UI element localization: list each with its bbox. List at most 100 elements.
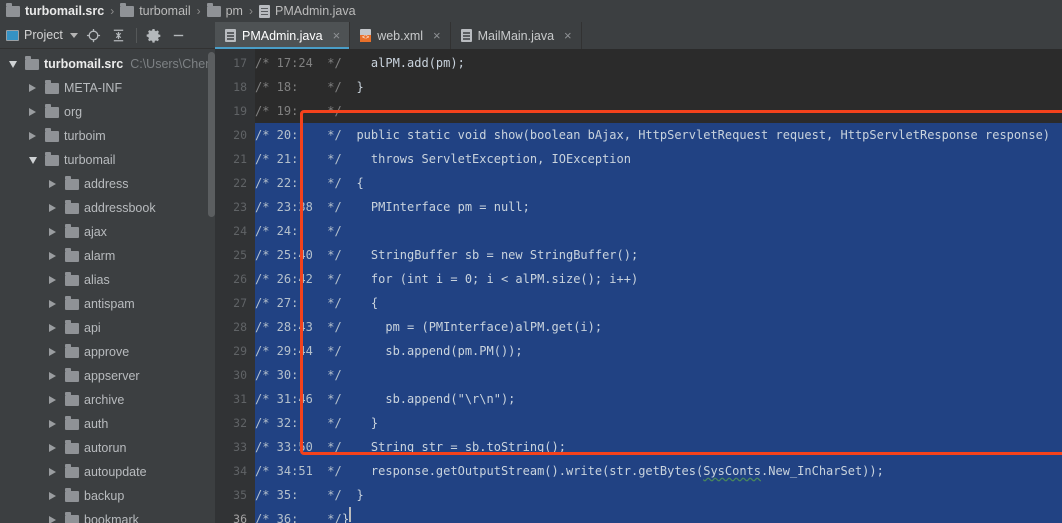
chevron-right-icon[interactable] xyxy=(46,346,59,359)
chevron-down-icon[interactable] xyxy=(26,154,39,167)
code-line[interactable]: /* 18: */ } xyxy=(255,75,1062,99)
code-line[interactable]: /* 20: */ public static void show(boolea… xyxy=(255,123,1062,147)
chevron-right-icon[interactable] xyxy=(46,298,59,311)
tree-node-org[interactable]: org xyxy=(0,100,215,124)
editor-tab-mailmain-java[interactable]: MailMain.java × xyxy=(451,22,582,49)
line-number: 17 xyxy=(233,56,247,70)
tree-node-label: archive xyxy=(84,393,125,407)
tree-node-autoupdate[interactable]: autoupdate xyxy=(0,460,215,484)
chevron-right-icon[interactable] xyxy=(46,178,59,191)
tree-node-appserver[interactable]: appserver xyxy=(0,364,215,388)
folder-icon xyxy=(65,464,79,478)
close-icon[interactable]: × xyxy=(564,29,572,42)
code-line[interactable]: /* 23:38 */ PMInterface pm = null; xyxy=(255,195,1062,219)
code-line[interactable]: /* 19: */ xyxy=(255,99,1062,123)
tree-node-turbomail-src[interactable]: turbomail.src C:\Users\Chen xyxy=(0,52,215,76)
close-icon[interactable]: × xyxy=(433,29,441,42)
code-line-marker: /* 33:50 */ xyxy=(255,440,342,454)
collapse-all-icon[interactable] xyxy=(110,26,128,44)
code-line-text: } xyxy=(342,512,350,523)
chevron-right-icon[interactable] xyxy=(46,370,59,383)
folder-icon xyxy=(65,344,79,358)
code-line[interactable]: /* 36: */} xyxy=(255,507,1062,523)
folder-icon xyxy=(65,368,79,382)
code-line[interactable]: /* 34:51 */ response.getOutputStream().w… xyxy=(255,459,1062,483)
tree-node-alarm[interactable]: alarm xyxy=(0,244,215,268)
breadcrumb-separator: › xyxy=(110,4,115,18)
tree-node-label: turboim xyxy=(64,129,106,143)
chevron-down-icon[interactable] xyxy=(6,58,19,71)
chevron-right-icon[interactable] xyxy=(26,130,39,143)
code-line[interactable]: /* 21: */ throws ServletException, IOExc… xyxy=(255,147,1062,171)
chevron-right-icon[interactable] xyxy=(26,82,39,95)
code-line[interactable]: /* 27: */ { xyxy=(255,291,1062,315)
chevron-right-icon[interactable] xyxy=(46,466,59,479)
chevron-right-icon[interactable] xyxy=(46,250,59,263)
tree-node-auth[interactable]: auth xyxy=(0,412,215,436)
target-icon[interactable] xyxy=(85,26,103,44)
tree-node-meta-inf[interactable]: META-INF xyxy=(0,76,215,100)
code-line[interactable]: /* 26:42 */ for (int i = 0; i < alPM.siz… xyxy=(255,267,1062,291)
tree-node-archive[interactable]: archive xyxy=(0,388,215,412)
tree-node-backup[interactable]: backup xyxy=(0,484,215,508)
code-line-marker: /* 21: */ xyxy=(255,152,342,166)
code-line[interactable]: /* 29:44 */ sb.append(pm.PM()); xyxy=(255,339,1062,363)
chevron-right-icon[interactable] xyxy=(46,418,59,431)
tree-node-api[interactable]: api xyxy=(0,316,215,340)
code-line[interactable]: /* 31:46 */ sb.append("\r\n"); xyxy=(255,387,1062,411)
line-number: 28 xyxy=(233,320,247,334)
chevron-down-icon[interactable] xyxy=(69,32,78,38)
breadcrumb-item-turbomail-src[interactable]: turbomail.src xyxy=(4,3,106,18)
project-tree[interactable]: turbomail.src C:\Users\Chen META-INF org tur… xyxy=(0,49,215,523)
tree-node-label: auth xyxy=(84,417,109,431)
chevron-right-icon[interactable] xyxy=(46,202,59,215)
minimize-icon[interactable] xyxy=(170,26,188,44)
breadcrumb-item-turbomail[interactable]: turbomail xyxy=(118,3,192,18)
editor-tab-label: PMAdmin.java xyxy=(242,28,323,43)
code-line-text: throws ServletException, IOException xyxy=(342,152,631,166)
project-title-button[interactable]: Project xyxy=(6,28,78,42)
code-line[interactable]: /* 17:24 */ alPM.add(pm); xyxy=(255,51,1062,75)
toolbar-divider xyxy=(135,27,137,43)
chevron-right-icon[interactable] xyxy=(46,514,59,523)
line-number: 29 xyxy=(233,344,247,358)
code-viewport[interactable]: 17 18 19 20 21 22 23 24 25 26 27 28 29 30 31 32 33 34 35 36… xyxy=(215,49,1062,523)
tree-node-address[interactable]: address xyxy=(0,172,215,196)
code-line[interactable]: /* 28:43 */ pm = (PMInterface)alPM.get(i… xyxy=(255,315,1062,339)
tree-node-addressbook[interactable]: addressbook xyxy=(0,196,215,220)
code-line-text: sb.append(pm.PM()); xyxy=(342,344,523,358)
editor-tab-web-xml[interactable]: web.xml × xyxy=(350,22,451,49)
tree-node-turbomail[interactable]: turbomail xyxy=(0,148,215,172)
chevron-right-icon[interactable] xyxy=(46,274,59,287)
tree-node-bookmark[interactable]: bookmark xyxy=(0,508,215,523)
editor-tab-pmadmin-java[interactable]: PMAdmin.java × xyxy=(215,22,351,49)
tree-node-turboim[interactable]: turboim xyxy=(0,124,215,148)
project-tree-scrollbar[interactable] xyxy=(208,52,215,217)
breadcrumb-item-pm[interactable]: pm xyxy=(205,3,245,18)
code-line[interactable]: /* 32: */ } xyxy=(255,411,1062,435)
tree-node-ajax[interactable]: ajax xyxy=(0,220,215,244)
folder-icon xyxy=(65,488,79,502)
chevron-right-icon[interactable] xyxy=(46,490,59,503)
chevron-right-icon[interactable] xyxy=(46,226,59,239)
gear-icon[interactable] xyxy=(145,26,163,44)
chevron-right-icon[interactable] xyxy=(46,442,59,455)
close-icon[interactable]: × xyxy=(333,29,341,42)
folder-icon xyxy=(65,416,79,430)
tree-node-approve[interactable]: approve xyxy=(0,340,215,364)
code-line[interactable]: /* 22: */ { xyxy=(255,171,1062,195)
chevron-right-icon[interactable] xyxy=(46,394,59,407)
chevron-right-icon[interactable] xyxy=(46,322,59,335)
tree-node-alias[interactable]: alias xyxy=(0,268,215,292)
breadcrumb-item-pmadmin-java[interactable]: PMAdmin.java xyxy=(257,4,358,18)
tree-node-autorun[interactable]: autorun xyxy=(0,436,215,460)
code-line-marker: /* 24: */ xyxy=(255,224,342,238)
code-line[interactable]: /* 30: */ xyxy=(255,363,1062,387)
tree-node-antispam[interactable]: antispam xyxy=(0,292,215,316)
code-line[interactable]: /* 33:50 */ String str = sb.toString(); xyxy=(255,435,1062,459)
chevron-right-icon[interactable] xyxy=(26,106,39,119)
code-line[interactable]: /* 35: */ } xyxy=(255,483,1062,507)
code-line[interactable]: /* 25:40 */ StringBuffer sb = new String… xyxy=(255,243,1062,267)
code-content[interactable]: /* 17:24 */ alPM.add(pm);/* 18: */ }/* 1… xyxy=(255,49,1062,523)
code-line[interactable]: /* 24: */ xyxy=(255,219,1062,243)
